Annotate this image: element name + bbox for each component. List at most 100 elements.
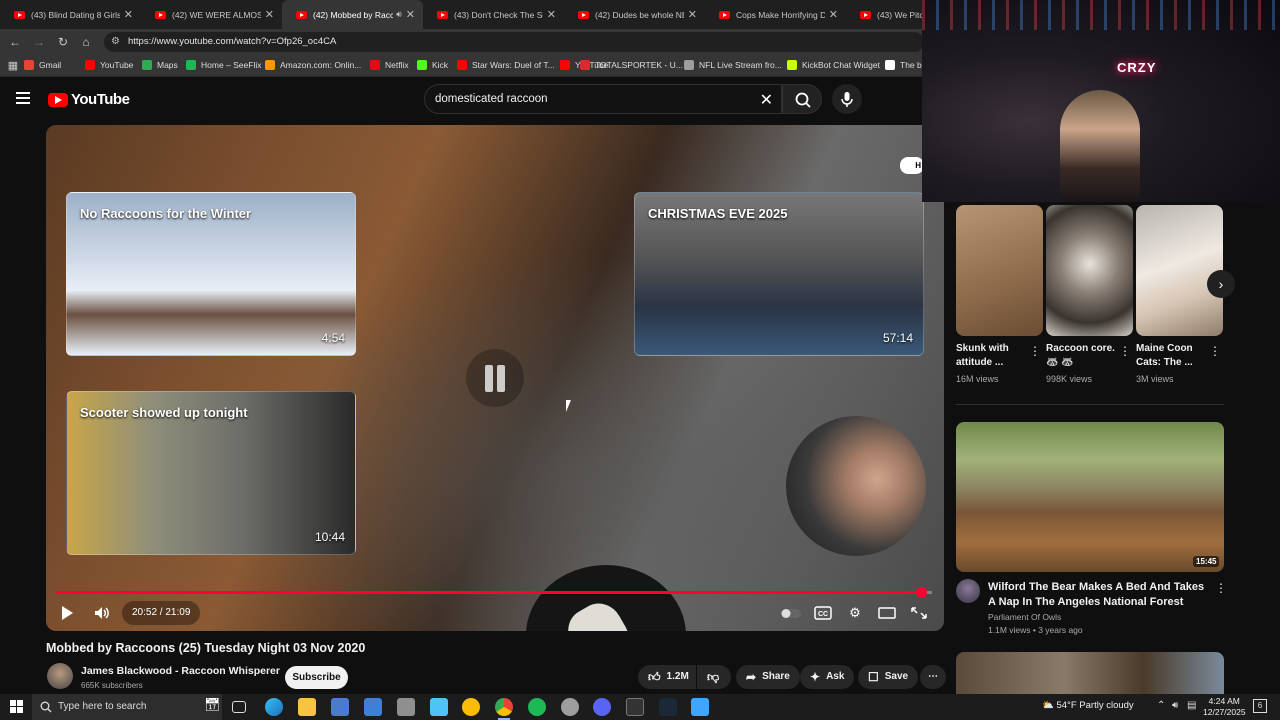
browser-tab[interactable]: (43) Blind Dating 8 Girls fr ✕ xyxy=(0,0,141,29)
channel-avatar[interactable] xyxy=(47,663,73,689)
weather-widget[interactable]: ⛅ 54°F Partly cloudy xyxy=(1042,700,1134,711)
browser-tab[interactable]: (42) WE WERE ALMOST IN ✕ xyxy=(141,0,282,29)
recommended-video-thumbnail-2[interactable] xyxy=(956,652,1224,694)
discord-icon[interactable] xyxy=(593,698,611,716)
short-title[interactable]: Maine Coon Cats: The ... xyxy=(1136,342,1206,370)
short-thumbnail-1[interactable] xyxy=(956,205,1043,336)
autoplay-toggle-icon[interactable] xyxy=(780,604,802,622)
browser-tab[interactable]: Cops Make Horrifying Dis ✕ xyxy=(705,0,846,29)
bookmark-item[interactable]: Netflix xyxy=(370,60,409,70)
channel-name[interactable]: James Blackwood - Raccoon Whisperer xyxy=(81,665,280,677)
fullscreen-icon[interactable] xyxy=(908,604,930,622)
chevron-right-icon[interactable]: › xyxy=(1207,270,1235,298)
short-title[interactable]: Raccoon core. 🦝 🦝 xyxy=(1046,342,1116,370)
captions-icon[interactable]: CC xyxy=(812,604,834,622)
app-icon[interactable] xyxy=(397,698,415,716)
recommended-video-thumbnail[interactable] xyxy=(956,422,1224,572)
progress-bar[interactable] xyxy=(56,591,932,594)
bookmark-item[interactable]: Star Wars: Duel of T... xyxy=(457,60,555,70)
tab-audio-icon[interactable]: 🔊︎ xyxy=(396,9,402,20)
tab-close-icon[interactable]: ✕ xyxy=(688,8,697,21)
app-icon[interactable] xyxy=(331,698,349,716)
recommended-channel-avatar[interactable] xyxy=(956,579,980,603)
more-vert-icon[interactable]: ⋮ xyxy=(1215,582,1227,594)
speaker-icon[interactable]: 🔊︎ xyxy=(1172,700,1178,711)
bookmark-item[interactable]: NFL Live Stream fro... xyxy=(684,60,782,70)
reload-icon[interactable]: ↻ xyxy=(54,33,72,51)
more-vert-icon[interactable]: ⋮ xyxy=(1209,345,1221,357)
tab-close-icon[interactable]: ✕ xyxy=(547,8,556,21)
search-button[interactable] xyxy=(782,84,822,114)
tab-close-icon[interactable]: ✕ xyxy=(124,8,133,21)
forward-icon[interactable]: → xyxy=(30,33,48,51)
network-icon[interactable]: ▤ xyxy=(1187,700,1196,711)
url-text[interactable]: https://www.youtube.com/watch?v=Ofp26_oc… xyxy=(128,36,336,47)
share-button[interactable]: ➦ Share xyxy=(736,665,800,689)
play-button[interactable] xyxy=(58,604,76,622)
browser-tab[interactable]: (43) Don't Check The Sou ✕ xyxy=(423,0,564,29)
calculator-icon[interactable] xyxy=(364,698,382,716)
tab-close-icon[interactable]: ✕ xyxy=(265,8,274,21)
search-input[interactable]: domesticated raccoon ✕ xyxy=(424,84,782,114)
end-card-video-3[interactable]: Scooter showed up tonight 10:44 xyxy=(66,391,356,555)
more-vert-icon[interactable]: ⋮ xyxy=(1119,345,1131,357)
app-icon[interactable] xyxy=(462,698,480,716)
bookmark-item[interactable]: YouTube xyxy=(85,60,133,70)
hamburger-menu-icon[interactable] xyxy=(16,92,30,104)
chevron-up-icon[interactable]: ⌃ xyxy=(1157,700,1165,711)
bookmark-item[interactable]: Amazon.com: Onlin... xyxy=(265,60,361,70)
bookmark-item[interactable]: Gmail xyxy=(24,60,61,70)
bookmark-item[interactable]: TOTALSPORTEK - U... xyxy=(580,60,683,70)
pause-overlay-icon[interactable] xyxy=(466,349,524,407)
like-button[interactable]: 👍︎ 1.2M xyxy=(638,665,696,689)
settings-gear-icon[interactable]: ⚙ xyxy=(844,604,866,622)
progress-scrubber-handle[interactable] xyxy=(915,587,927,598)
recommended-video-title[interactable]: Wilford The Bear Makes A Bed And Takes A… xyxy=(988,580,1206,610)
recommended-channel-name[interactable]: Parliament Of Owls xyxy=(988,612,1061,622)
short-thumbnail-3[interactable] xyxy=(1136,205,1223,336)
app-icon[interactable] xyxy=(561,698,579,716)
bookmark-item[interactable]: Kick xyxy=(417,60,448,70)
end-card-channel-subscribe[interactable] xyxy=(786,416,926,556)
site-info-icon[interactable]: ⚙ xyxy=(111,36,120,47)
search-query[interactable]: domesticated raccoon xyxy=(435,93,548,105)
end-card-video-1[interactable]: No Raccoons for the Winter 4:54 xyxy=(66,192,356,356)
windows-start-icon[interactable] xyxy=(10,700,23,713)
notifications-icon[interactable]: 6 xyxy=(1253,699,1267,713)
apps-grid-icon[interactable]: ▦ xyxy=(4,57,22,75)
address-bar[interactable]: ⚙ https://www.youtube.com/watch?v=Ofp26_… xyxy=(104,32,924,52)
home-icon[interactable]: ⌂ xyxy=(77,33,95,51)
tab-close-icon[interactable]: ✕ xyxy=(829,8,838,21)
taskbar-search[interactable]: Type here to search 📅︎ xyxy=(32,694,222,720)
file-explorer-icon[interactable] xyxy=(298,698,316,716)
short-title[interactable]: Skunk with attitude ... xyxy=(956,342,1026,370)
more-vert-icon[interactable]: ⋮ xyxy=(1029,345,1041,357)
bookmark-item[interactable]: Home – SeeFlix xyxy=(186,60,261,70)
clock[interactable]: 4:24 AM 12/27/2025 xyxy=(1203,696,1246,718)
volume-icon[interactable] xyxy=(92,604,112,622)
more-actions-button[interactable]: ⋯ xyxy=(920,665,946,689)
bookmark-item[interactable]: The be xyxy=(885,60,926,70)
app-icon[interactable] xyxy=(626,698,644,716)
youtube-logo[interactable]: YouTube xyxy=(48,91,130,108)
voice-search-button[interactable] xyxy=(832,84,862,114)
dislike-button[interactable]: 👎︎ xyxy=(697,665,731,689)
browser-tab[interactable]: (42) Dudes be whole NER ✕ xyxy=(564,0,705,29)
task-view-icon[interactable] xyxy=(232,701,246,713)
steam-icon[interactable] xyxy=(659,698,677,716)
back-icon[interactable]: ← xyxy=(6,33,24,51)
short-thumbnail-2[interactable] xyxy=(1046,205,1133,336)
spotify-icon[interactable] xyxy=(528,698,546,716)
bookmark-item[interactable]: Maps xyxy=(142,60,178,70)
app-icon[interactable] xyxy=(691,698,709,716)
theater-mode-icon[interactable] xyxy=(876,604,898,622)
subscribe-button[interactable]: Subscribe xyxy=(285,666,348,689)
taskbar-search-placeholder[interactable]: Type here to search xyxy=(58,701,146,712)
save-button[interactable]: ☐ Save xyxy=(858,665,919,689)
ask-button[interactable]: ✦ Ask xyxy=(800,665,855,689)
tab-close-icon[interactable]: ✕ xyxy=(406,8,415,21)
edge-icon[interactable] xyxy=(265,698,283,716)
browser-tab[interactable]: (42) Mobbed by Racco 🔊︎ ✕ xyxy=(282,0,423,29)
bookmark-item[interactable]: KickBot Chat Widget xyxy=(787,60,880,70)
app-icon[interactable] xyxy=(430,698,448,716)
